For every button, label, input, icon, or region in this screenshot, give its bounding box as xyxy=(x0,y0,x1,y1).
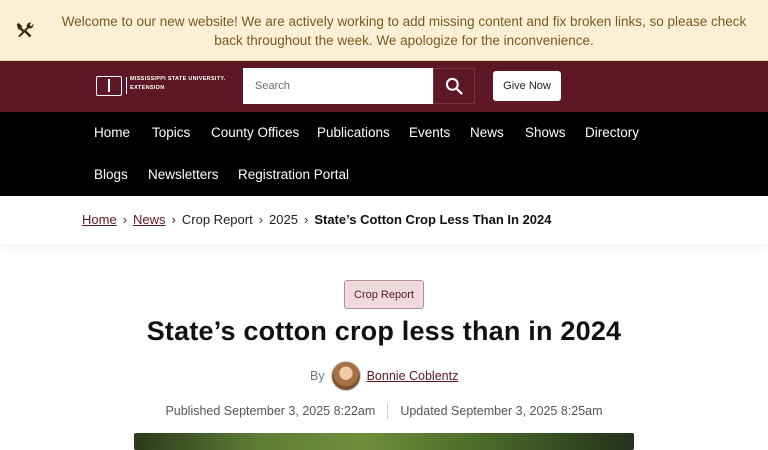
nav-item-newsletters[interactable]: Newsletters xyxy=(148,167,219,182)
breadcrumb-separator: › xyxy=(171,212,176,227)
published-date: Published September 3, 2025 8:22am xyxy=(165,404,376,418)
breadcrumb-home-link[interactable]: Home xyxy=(82,212,117,227)
breadcrumb-current: State’s Cotton Crop Less Than In 2024 xyxy=(314,212,552,227)
article-dates: Published September 3, 2025 8:22am Updat… xyxy=(0,403,768,419)
byline-label: By xyxy=(310,369,325,383)
tools-icon xyxy=(16,22,34,38)
nav-item-blogs[interactable]: Blogs xyxy=(94,167,128,182)
breadcrumb-separator: › xyxy=(258,212,264,227)
article-title: State’s cotton crop less than in 2024 xyxy=(146,316,622,346)
byline: By Bonnie Coblentz xyxy=(310,361,459,391)
breadcrumb-news-link[interactable]: News xyxy=(133,212,166,227)
give-now-button[interactable]: Give Now xyxy=(493,71,561,101)
logo-divider xyxy=(126,77,127,94)
search-button[interactable] xyxy=(433,68,475,104)
search-input[interactable] xyxy=(243,68,433,104)
logo-university-text: MISSISSIPPI STATE UNIVERSITY. xyxy=(130,76,226,82)
date-divider xyxy=(387,403,389,419)
breadcrumb-crop-report[interactable]: Crop Report xyxy=(182,212,253,227)
author-avatar xyxy=(330,361,361,391)
nav-item-publications[interactable]: Publications xyxy=(317,125,390,140)
breadcrumb-separator: › xyxy=(122,212,128,227)
breadcrumb-separator: › xyxy=(303,212,309,227)
nav-item-directory[interactable]: Directory xyxy=(585,125,639,140)
nav-item-home[interactable]: Home xyxy=(94,125,130,140)
nav-item-topics[interactable]: Topics xyxy=(152,125,190,140)
main-nav: Home Topics County Offices Publications … xyxy=(0,112,768,196)
article-hero-image xyxy=(134,433,634,450)
author-link[interactable]: Bonnie Coblentz xyxy=(367,369,459,383)
breadcrumb-year[interactable]: 2025 xyxy=(269,212,298,227)
notice-message: Welcome to our new website! We are activ… xyxy=(61,14,747,48)
nav-item-events[interactable]: Events xyxy=(409,125,450,140)
logo-extension-text: EXTENSION xyxy=(130,85,165,91)
breadcrumb: Home › News › Crop Report › 2025 › State’s Cotto… xyxy=(82,212,552,227)
site-notice-banner: Welcome to our new website! We are activ… xyxy=(0,0,768,61)
msu-logo-mark xyxy=(96,76,122,96)
nav-item-registration-portal[interactable]: Registration Portal xyxy=(238,167,349,182)
nav-item-shows[interactable]: Shows xyxy=(525,125,566,140)
updated-date: Updated September 3, 2025 8:25am xyxy=(400,404,603,418)
search-icon xyxy=(445,77,463,95)
nav-item-county-offices[interactable]: County Offices xyxy=(211,125,299,140)
nav-item-news[interactable]: News xyxy=(470,125,504,140)
msu-extension-logo[interactable]: MISSISSIPPI STATE UNIVERSITY. EXTENSION xyxy=(96,76,226,96)
category-tag[interactable]: Crop Report xyxy=(344,280,424,309)
